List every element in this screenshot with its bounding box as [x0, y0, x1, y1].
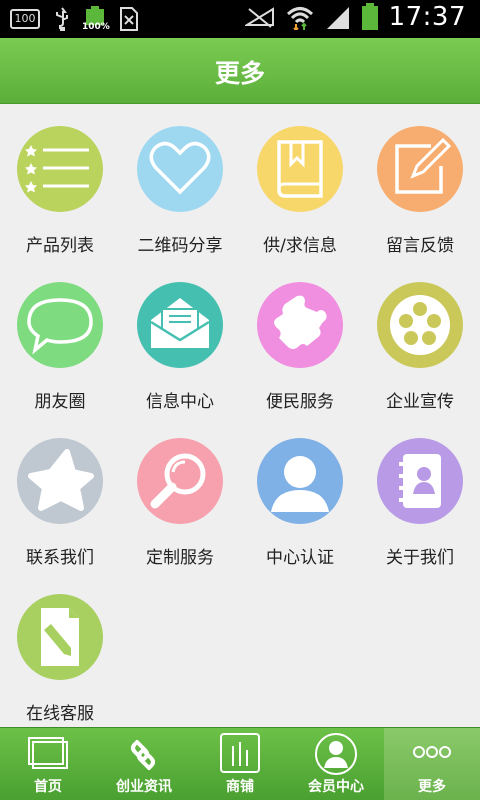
- tab-label: 更多: [418, 779, 446, 795]
- grid-item-promotion[interactable]: 企业宣传: [360, 260, 480, 416]
- tab-label: 首页: [34, 779, 62, 795]
- grid-item-label: 在线客服: [26, 704, 94, 724]
- bar-chart-icon: [220, 733, 260, 773]
- tab-label: 创业资讯: [116, 779, 172, 795]
- grid-item-label: 关于我们: [386, 548, 454, 568]
- grid-item-label: 供/求信息: [263, 236, 337, 256]
- user-avatar-icon: [257, 438, 343, 524]
- page-title: 更多: [214, 59, 265, 88]
- grid-item-feedback[interactable]: 留言反馈: [360, 104, 480, 260]
- puzzle-piece-icon: [257, 282, 343, 368]
- grid-item-label: 朋友圈: [34, 392, 86, 412]
- grid-item-supply-demand[interactable]: 供/求信息: [240, 104, 360, 260]
- grid-item-online-service[interactable]: 在线客服: [0, 572, 120, 728]
- tab-startup-news[interactable]: 创业资讯: [96, 728, 192, 800]
- no-signal-icon: [244, 7, 274, 28]
- clock-text: 17:37: [388, 2, 466, 32]
- list-with-stars-icon: [17, 126, 103, 212]
- grid-item-label: 信息中心: [146, 392, 214, 412]
- data-document-icon: [120, 7, 138, 31]
- battery-percent-text: 100%: [82, 22, 110, 32]
- tab-more[interactable]: 更多: [384, 728, 480, 800]
- status-bar: 100 100% 17:37: [0, 0, 480, 38]
- more-dots-icon: [413, 746, 451, 758]
- chain-link-icon: [131, 740, 155, 770]
- magnifier-icon: [137, 438, 223, 524]
- grid-item-label: 企业宣传: [386, 392, 454, 412]
- grid-item-moments[interactable]: 朋友圈: [0, 260, 120, 416]
- bottom-tab-bar: 首页 创业资讯 商铺 会员中心 更多: [0, 727, 480, 800]
- grid-item-certification[interactable]: 中心认证: [240, 416, 360, 572]
- grid-item-label: 留言反馈: [386, 236, 454, 256]
- grid-item-qr-share[interactable]: 二维码分享: [120, 104, 240, 260]
- film-reel-icon: [377, 282, 463, 368]
- title-bar: 更多: [0, 38, 480, 104]
- grid-item-contact-us[interactable]: 联系我们: [0, 416, 120, 572]
- grid-item-label: 便民服务: [266, 392, 334, 412]
- sim-card-icon: 100: [10, 9, 40, 29]
- tab-label: 商铺: [226, 779, 254, 795]
- grid-item-convenience[interactable]: 便民服务: [240, 260, 360, 416]
- tab-member-center[interactable]: 会员中心: [288, 728, 384, 800]
- document-pencil-icon: [17, 594, 103, 680]
- grid-item-label: 中心认证: [266, 548, 334, 568]
- member-avatar-icon: [315, 733, 357, 775]
- usb-icon: [56, 7, 68, 31]
- star-icon: [17, 438, 103, 524]
- tab-shop[interactable]: 商铺: [192, 728, 288, 800]
- grid-item-about-us[interactable]: 关于我们: [360, 416, 480, 572]
- grid-item-product-list[interactable]: 产品列表: [0, 104, 120, 260]
- edit-note-icon: [377, 126, 463, 212]
- grid-item-message-center[interactable]: 信息中心: [120, 260, 240, 416]
- grid-item-label: 二维码分享: [137, 236, 223, 256]
- grid-item-label: 联系我们: [26, 548, 94, 568]
- grid-item-label: 定制服务: [146, 548, 214, 568]
- bookmark-book-icon: [257, 126, 343, 212]
- home-windows-icon: [28, 737, 68, 769]
- tab-label: 会员中心: [308, 779, 364, 795]
- wifi-icon: [286, 7, 313, 30]
- signal-strength-icon: [326, 7, 349, 29]
- grid-item-label: 产品列表: [26, 236, 94, 256]
- contact-book-icon: [377, 438, 463, 524]
- speech-bubble-icon: [17, 282, 103, 368]
- heart-outline-icon: [137, 126, 223, 212]
- tab-home[interactable]: 首页: [0, 728, 96, 800]
- grid-item-custom-service[interactable]: 定制服务: [120, 416, 240, 572]
- battery-small-icon: 100%: [82, 6, 110, 32]
- envelope-icon: [137, 282, 223, 368]
- battery-icon: [361, 3, 378, 30]
